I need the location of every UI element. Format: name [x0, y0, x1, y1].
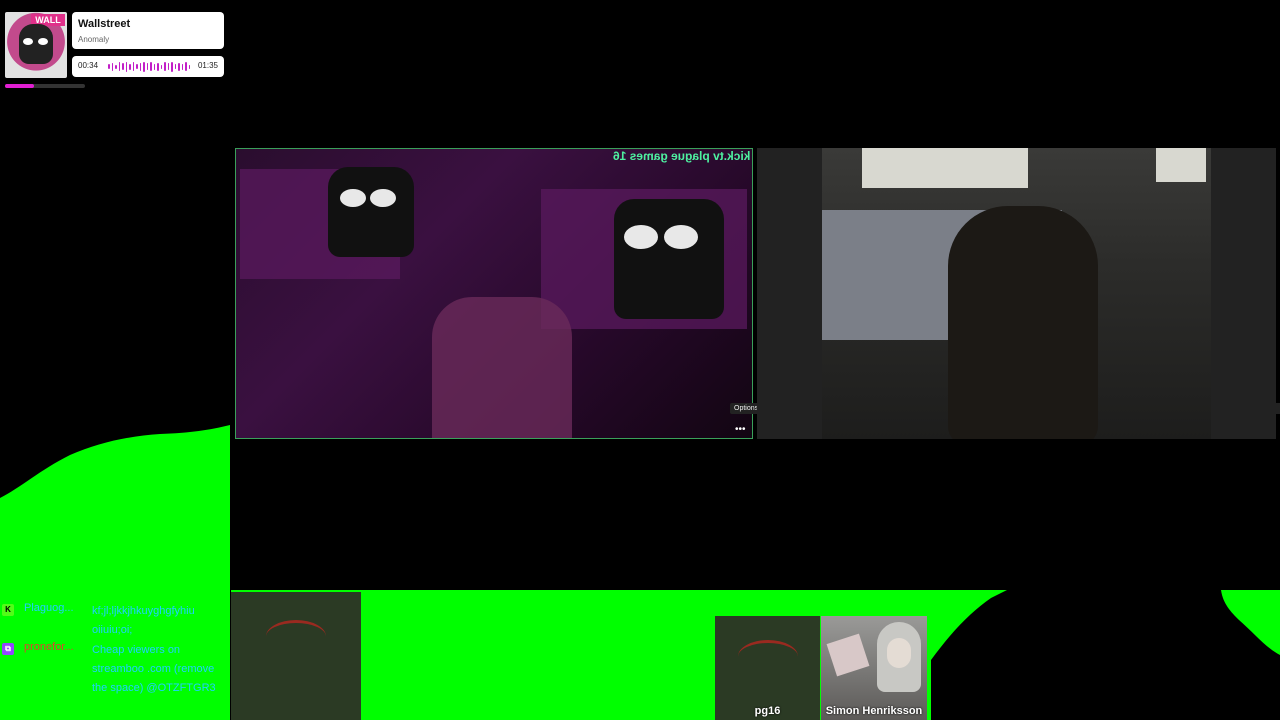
waveform-bar [171, 61, 173, 72]
participant-name: pg16 [754, 705, 781, 717]
album-art-eye-left [23, 38, 33, 45]
chat-message: K Plaguog... kf;jl;ljkkjhkuyghgfyhiu oii… [2, 602, 230, 642]
waveform-bar [167, 63, 169, 70]
waveform-bar [174, 64, 176, 69]
chat-overlay: K Plaguog... kf;jl;ljkkjhkuyghgfyhiu oii… [0, 600, 230, 720]
elapsed-time: 00:34 [78, 61, 99, 70]
sunglasses [624, 225, 658, 249]
masked-face [328, 167, 414, 257]
waveform-bar [139, 62, 141, 71]
album-art: WALL [5, 12, 67, 78]
options-button[interactable]: ••• [735, 424, 746, 435]
video-feed-main[interactable]: kick.tv plague games 16 [235, 148, 753, 439]
waveform-bar [160, 64, 162, 69]
face [887, 638, 911, 668]
album-art-eye-right [38, 38, 48, 45]
twitch-icon: ⧉ [2, 643, 14, 655]
waveform-bar [143, 61, 145, 72]
participant-tile[interactable]: pg16 [715, 616, 820, 720]
chat-message: ⧉ pronefor... Cheap viewers on streamboo… [2, 641, 230, 719]
waveform-bar [178, 62, 180, 71]
avatar-logo [266, 620, 326, 653]
waveform-bar [111, 62, 113, 71]
chat-username: pronefor... [24, 641, 74, 653]
phone-in-hand [826, 633, 870, 677]
waveform-bar [181, 63, 183, 70]
person-silhouette [948, 206, 1098, 439]
window-light [862, 148, 1028, 188]
playback-progress-fill [5, 84, 34, 88]
participant-tile[interactable] [231, 592, 361, 720]
chat-username: Plaguog... [24, 602, 74, 614]
chat-text: Cheap viewers on streamboo .com (remove … [92, 644, 216, 694]
sunglasses [370, 189, 396, 207]
waveform-bar [188, 64, 190, 69]
waveform-bar [164, 62, 166, 71]
stream-caption: kick.tv plague games 16 [612, 149, 750, 163]
left-column: WALL Wallstreet Anomaly 00:34 01:35 K Pl… [0, 0, 230, 720]
waveform-bar [108, 64, 110, 69]
participant-name: Simon Henriksson [825, 705, 923, 717]
video-feed-bedroom [822, 148, 1211, 439]
sunglasses [664, 225, 698, 249]
total-time: 01:35 [197, 61, 218, 70]
window-light [1156, 148, 1206, 182]
chat-text: kf;jl;ljkkjhkuyghgfyhiu oiiuiu;oi; [92, 605, 195, 636]
waveform-bar [115, 64, 117, 69]
waveform-bar [122, 63, 124, 70]
kick-icon: K [2, 604, 14, 616]
waveform [108, 61, 190, 72]
waveform-bar [129, 63, 131, 70]
waveform-bar [132, 62, 134, 71]
waveform-bar [125, 61, 127, 72]
waveform-bar [146, 63, 148, 70]
avatar-logo [737, 640, 798, 673]
masked-face [614, 199, 724, 319]
sunglasses [340, 189, 366, 207]
playback-progress-track [5, 84, 85, 88]
track-title: Wallstreet [78, 18, 131, 30]
playback-card: 00:34 01:35 [72, 56, 224, 77]
waveform-bar [150, 62, 152, 71]
participant-tile[interactable]: Simon Henriksson [821, 616, 927, 720]
track-artist: Anomaly [78, 35, 110, 44]
track-info-card: Wallstreet Anomaly [72, 12, 224, 49]
waveform-bar [118, 62, 120, 71]
waveform-bar [153, 63, 155, 70]
waveform-bar [157, 62, 159, 71]
waveform-bar [185, 62, 187, 71]
streamer-silhouette [432, 297, 572, 438]
waveform-bar [136, 64, 138, 69]
now-playing-widget: WALL Wallstreet Anomaly 00:34 01:35 [5, 12, 227, 94]
